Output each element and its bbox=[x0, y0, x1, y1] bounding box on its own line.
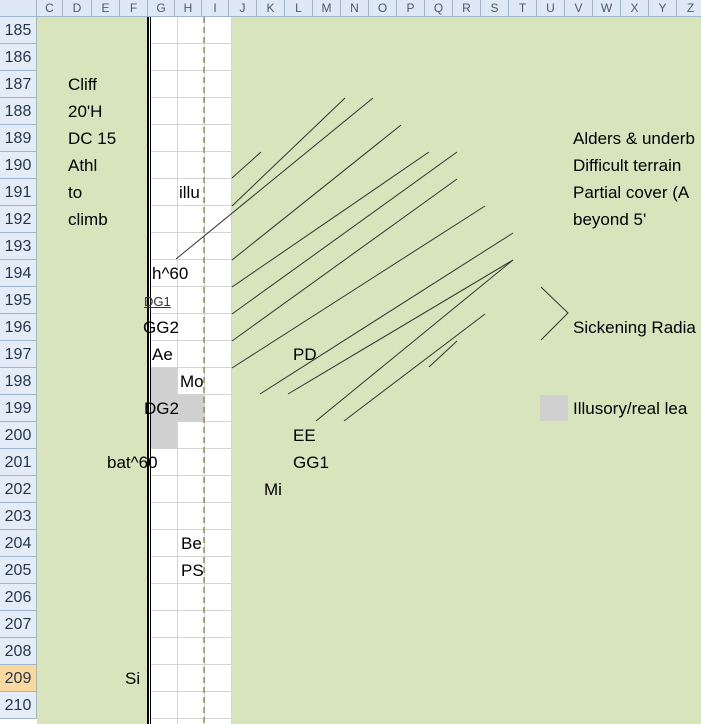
token-mo[interactable]: Mo bbox=[180, 372, 204, 392]
cliff-line: Athl bbox=[68, 156, 98, 175]
spreadsheet[interactable]: CDEFGHIJKLMNOPQRSTUVWXYZ 185 186 187 188 189… bbox=[0, 0, 701, 724]
token-ps[interactable]: PS bbox=[181, 561, 204, 581]
token-ae[interactable]: Ae bbox=[152, 345, 173, 365]
token-dg1[interactable]: DG1 bbox=[144, 292, 171, 312]
token-be[interactable]: Be bbox=[181, 534, 202, 554]
token-h60[interactable]: h^60 bbox=[152, 264, 188, 284]
sickening-bracket-icon bbox=[540, 286, 569, 341]
legend-sickening: Sickening Radia bbox=[573, 318, 696, 337]
cliff-line: climb bbox=[68, 210, 108, 229]
token-dg2[interactable]: DG2 bbox=[144, 399, 179, 419]
legend-alders-line: Partial cover (A bbox=[573, 183, 690, 202]
legend-alders-line: Difficult terrain bbox=[573, 156, 682, 175]
token-mi[interactable]: Mi bbox=[264, 480, 282, 500]
cliff-line: DC 15 bbox=[68, 129, 117, 148]
token-gg1[interactable]: GG1 bbox=[293, 453, 329, 473]
token-bat60[interactable]: bat^60 bbox=[107, 453, 158, 473]
cliff-line: to bbox=[68, 183, 83, 202]
legend-alders-line: Alders & underb bbox=[573, 129, 695, 148]
legend-alders-line: beyond 5' bbox=[573, 210, 647, 229]
token-si[interactable]: Si bbox=[125, 669, 140, 689]
cliff-line: 20'H bbox=[68, 102, 103, 121]
legend-illusory: Illusory/real lea bbox=[573, 399, 688, 418]
illusory-legend-swatch bbox=[540, 395, 568, 421]
cliff-line: Cliff bbox=[68, 75, 97, 94]
token-pd[interactable]: PD bbox=[293, 345, 317, 365]
token-illu[interactable]: illu bbox=[179, 183, 200, 203]
token-ee[interactable]: EE bbox=[293, 426, 316, 446]
token-gg2[interactable]: GG2 bbox=[143, 318, 179, 338]
